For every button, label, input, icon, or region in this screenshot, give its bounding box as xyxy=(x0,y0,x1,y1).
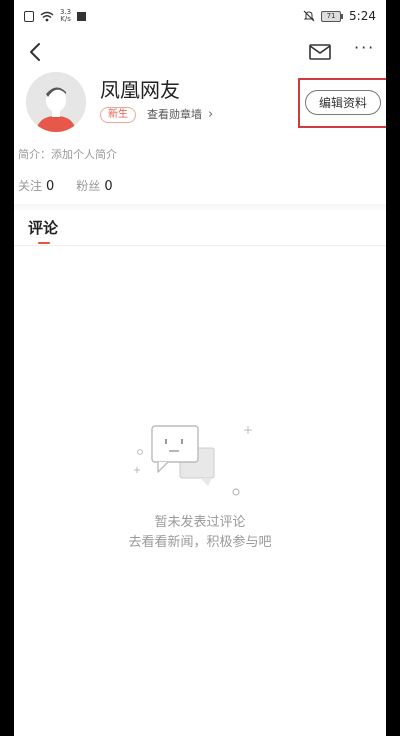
default-avatar-icon xyxy=(26,72,86,132)
followers-stat[interactable]: 粉丝 0 xyxy=(76,177,112,194)
following-stat[interactable]: 关注 0 xyxy=(18,177,54,194)
status-bar: 3.3 K/s 71 5:24 xyxy=(14,0,386,32)
tab-active-indicator xyxy=(38,242,50,244)
network-speed-unit: K/s xyxy=(60,15,71,23)
more-icon[interactable]: ··· xyxy=(354,40,380,62)
username: 凤凰网友 xyxy=(100,78,180,102)
battery-tip xyxy=(341,13,344,19)
app-notification-icon xyxy=(77,11,87,21)
mute-icon xyxy=(303,10,315,22)
new-user-badge: 新生 xyxy=(100,107,136,123)
avatar[interactable] xyxy=(26,72,86,132)
status-time: 5:24 xyxy=(349,9,376,23)
following-label: 关注 xyxy=(18,179,43,193)
followers-count: 0 xyxy=(104,179,113,194)
battery-icon: 71 xyxy=(321,10,344,22)
screen: 3.3 K/s 71 5:24 ··· 凤凰网友 新生 查看勋章墙 › 编辑资料… xyxy=(14,0,386,736)
status-bar-right: 71 5:24 xyxy=(303,9,376,23)
back-arrow-icon[interactable] xyxy=(24,40,48,64)
empty-comments-icon xyxy=(134,425,252,496)
bio[interactable]: 简介：添加个人简介 xyxy=(18,146,117,162)
empty-state-hint: 去看看新闻，积极参与吧 xyxy=(128,535,272,550)
chevron-right-icon: › xyxy=(208,106,214,122)
empty-state-title: 暂未发表过评论 xyxy=(154,515,246,530)
battery-level: 71 xyxy=(321,10,342,22)
network-speed: 3.3 K/s xyxy=(60,9,71,23)
status-bar-left: 3.3 K/s xyxy=(24,9,87,23)
tab-bar: 评论 xyxy=(14,210,386,246)
followers-label: 粉丝 xyxy=(76,179,101,193)
nav-bar: ··· xyxy=(14,32,386,72)
stats-row: 关注 0 粉丝 0 xyxy=(18,177,113,194)
tab-comments[interactable]: 评论 xyxy=(28,217,58,238)
medal-wall-label: 查看勋章墙 xyxy=(147,108,202,121)
mail-icon[interactable] xyxy=(308,42,332,62)
wifi-icon xyxy=(40,11,54,21)
edit-profile-button[interactable]: 编辑资料 xyxy=(305,90,381,115)
medal-wall-link[interactable]: 查看勋章墙 › xyxy=(147,106,213,122)
notification-icon xyxy=(24,10,34,22)
following-count: 0 xyxy=(46,179,55,194)
